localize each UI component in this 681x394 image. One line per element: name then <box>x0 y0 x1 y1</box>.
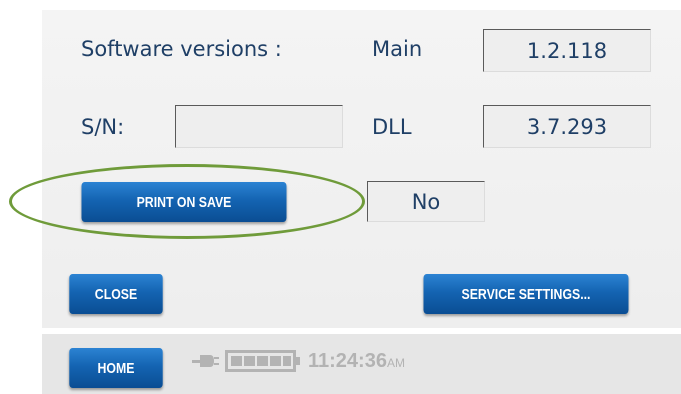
clock-time: 11:24:36 <box>308 350 387 372</box>
serial-number-label: S/N: <box>81 115 125 139</box>
software-versions-label: Software versions : <box>81 37 282 61</box>
home-button[interactable]: HOME <box>69 348 163 388</box>
clock: 11:24:36AM <box>308 350 405 373</box>
battery-icon <box>225 350 300 372</box>
dll-version-field: 3.7.293 <box>483 105 651 148</box>
main-version-value: 1.2.118 <box>526 38 608 63</box>
dll-version-value: 3.7.293 <box>526 114 608 139</box>
print-on-save-button-label: PRINT ON SAVE <box>136 193 232 211</box>
print-on-save-button[interactable]: PRINT ON SAVE <box>81 182 287 222</box>
main-version-field: 1.2.118 <box>483 29 651 72</box>
service-settings-button-label: SERVICE SETTINGS... <box>461 285 591 303</box>
close-button[interactable]: CLOSE <box>69 274 163 314</box>
print-on-save-value: No <box>411 189 441 214</box>
print-on-save-value-field: No <box>367 181 485 222</box>
main-version-label: Main <box>372 37 423 61</box>
serial-number-field[interactable] <box>175 105 343 148</box>
clock-ampm: AM <box>386 356 405 370</box>
plug-icon <box>192 355 219 367</box>
service-settings-button[interactable]: SERVICE SETTINGS... <box>423 274 629 314</box>
close-button-label: CLOSE <box>94 285 138 303</box>
dll-version-label: DLL <box>372 115 412 139</box>
home-button-label: HOME <box>97 359 135 377</box>
